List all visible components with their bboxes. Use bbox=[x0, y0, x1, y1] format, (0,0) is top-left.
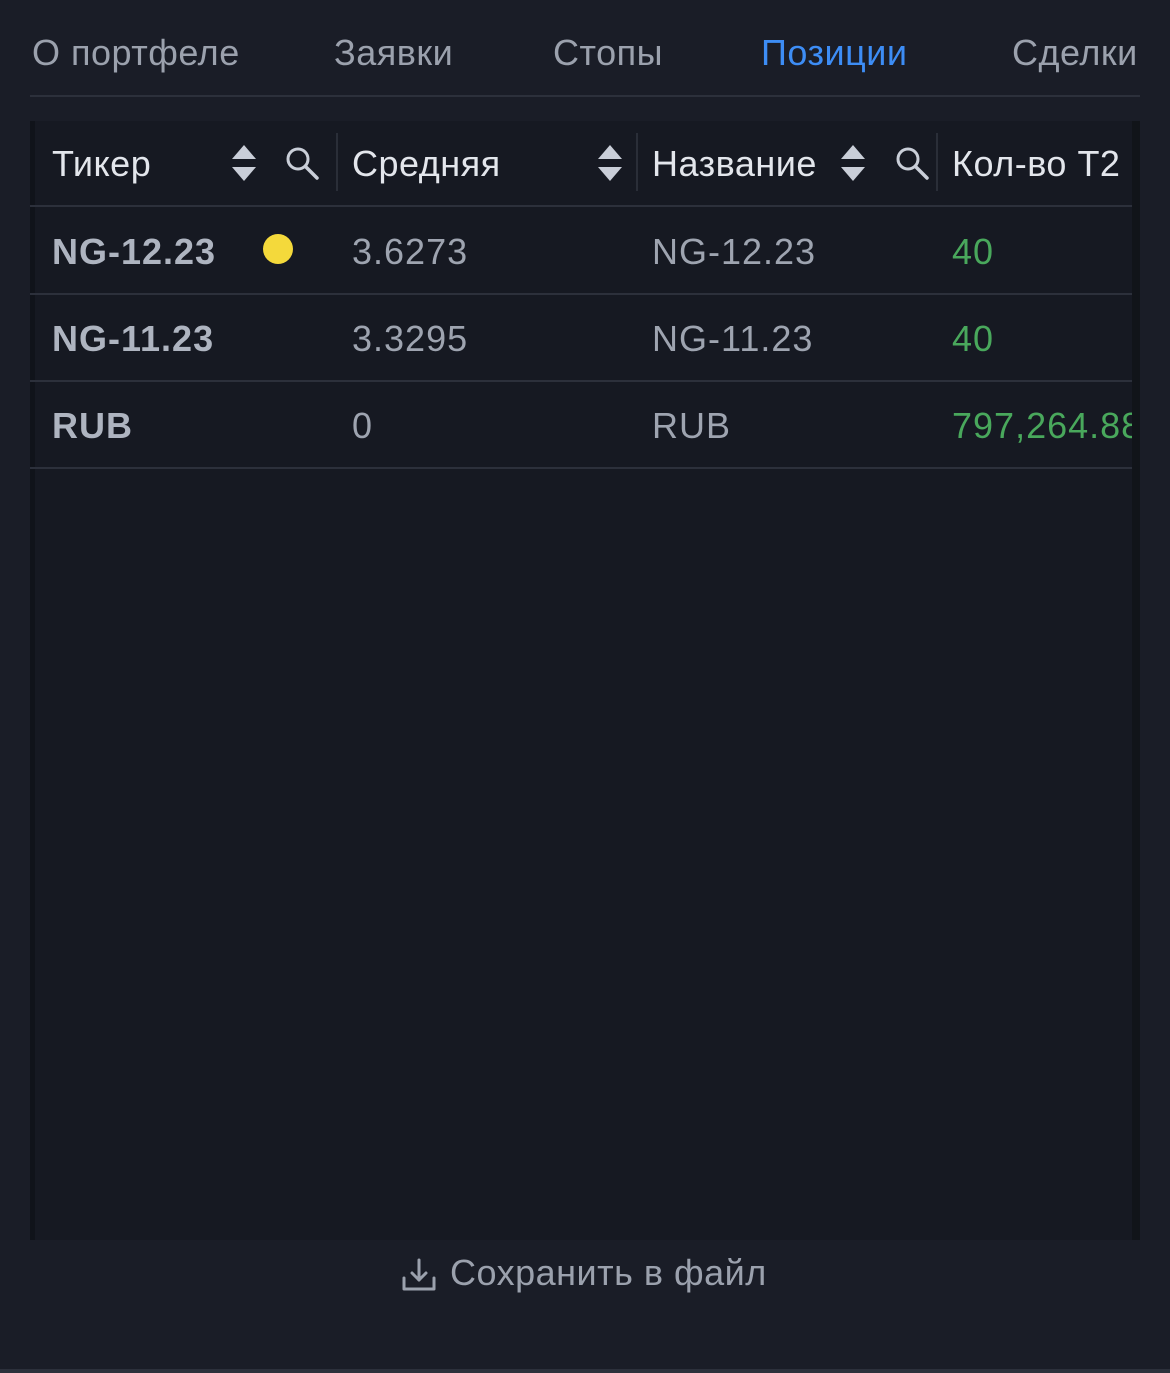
tab-positions[interactable]: Позиции bbox=[761, 32, 907, 74]
cell-quantity-t2: 40 bbox=[952, 318, 995, 359]
column-label-quantity-t2: Кол-во Т2 bbox=[952, 143, 1121, 184]
sort-icon[interactable] bbox=[596, 143, 624, 183]
search-icon[interactable] bbox=[894, 145, 930, 181]
tab-orders[interactable]: Заявки bbox=[334, 32, 453, 74]
cell-name: RUB bbox=[652, 405, 732, 446]
save-to-file-label: Сохранить в файл bbox=[450, 1252, 767, 1293]
column-label-ticker: Тикер bbox=[52, 143, 152, 184]
table-row[interactable]: RUB 0 RUB 797,264.88 bbox=[30, 381, 1140, 469]
sort-icon[interactable] bbox=[839, 143, 867, 183]
divider bbox=[0, 1369, 1170, 1373]
column-header-quantity-t2: Кол-во Т2 bbox=[938, 121, 1140, 205]
column-label-average: Средняя bbox=[352, 143, 501, 184]
cell-name: NG-12.23 bbox=[652, 231, 817, 272]
cell-name: NG-11.23 bbox=[652, 318, 814, 359]
download-icon bbox=[402, 1258, 436, 1291]
tab-trades[interactable]: Сделки bbox=[1012, 32, 1138, 74]
cell-average: 3.6273 bbox=[352, 231, 469, 272]
table-row[interactable]: NG-12.23 3.6273 NG-12.23 40 bbox=[30, 207, 1140, 295]
column-header-ticker: Тикер bbox=[30, 121, 335, 205]
cell-quantity-t2: 797,264.88 bbox=[952, 405, 1140, 446]
status-indicator-dot bbox=[263, 234, 293, 264]
sort-icon[interactable] bbox=[230, 143, 258, 183]
cell-ticker: NG-11.23 bbox=[52, 318, 215, 359]
cell-quantity-t2: 40 bbox=[952, 231, 995, 272]
tab-bar: О портфеле Заявки Стопы Позиции Сделки bbox=[30, 0, 1140, 97]
column-header-average: Средняя bbox=[338, 121, 636, 205]
tab-stops[interactable]: Стопы bbox=[553, 32, 663, 74]
cell-average: 0 bbox=[352, 405, 374, 446]
search-icon[interactable] bbox=[284, 145, 320, 181]
cell-ticker: NG-12.23 bbox=[52, 231, 217, 272]
column-label-name: Название bbox=[652, 143, 817, 184]
cell-average: 3.3295 bbox=[352, 318, 469, 359]
tab-portfolio[interactable]: О портфеле bbox=[32, 32, 240, 74]
column-header-name: Название bbox=[638, 121, 936, 205]
positions-table: Тикер Средняя Название Кол-во Т2 NG-12.2… bbox=[30, 121, 1140, 1240]
table-header: Тикер Средняя Название Кол-во Т2 bbox=[30, 121, 1140, 207]
cell-ticker: RUB bbox=[52, 405, 133, 446]
table-row[interactable]: NG-11.23 3.3295 NG-11.23 40 bbox=[30, 294, 1140, 382]
